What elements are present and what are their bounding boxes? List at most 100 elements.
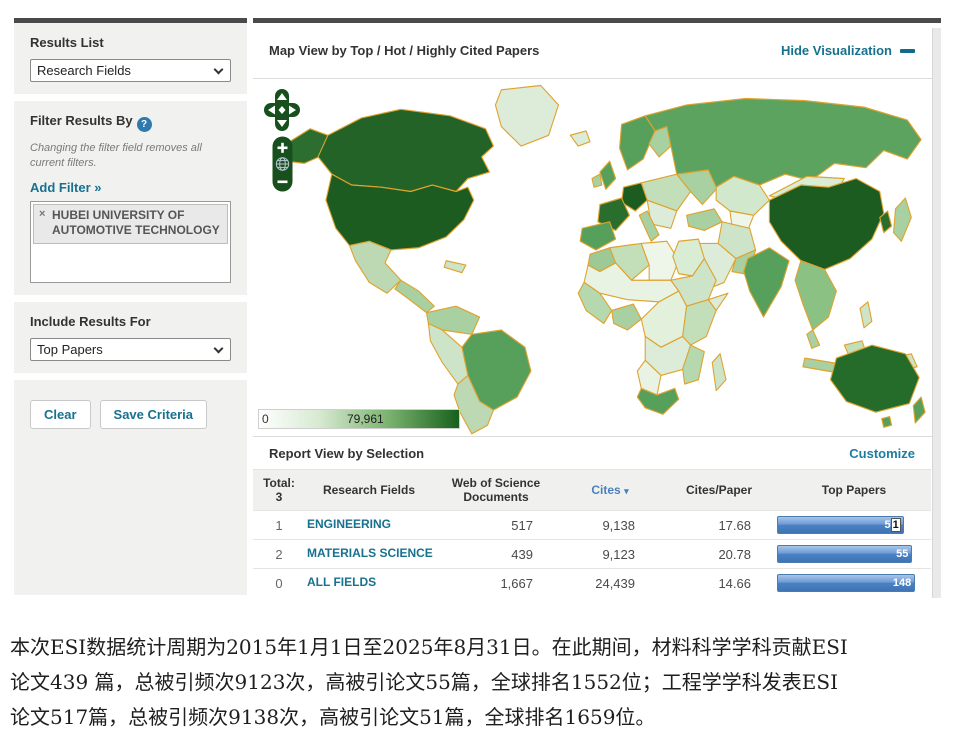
cites-per-paper-value: 14.66 [661, 576, 777, 591]
results-list-select[interactable]: Research Fields [30, 59, 231, 82]
field-link-engineering[interactable]: ENGINEERING [305, 518, 433, 532]
report-view-title: Report View by Selection [269, 446, 424, 461]
map-view-title: Map View by Top / Hot / Highly Cited Pap… [269, 43, 539, 58]
map-controls [264, 89, 300, 192]
add-filter-link[interactable]: Add Filter » [30, 180, 102, 195]
customize-link[interactable]: Customize [849, 446, 915, 461]
top-papers-bar[interactable]: 55 [777, 545, 912, 563]
map-legend: 0 79,961 [258, 409, 460, 429]
filter-note: Changing the filter field removes all cu… [30, 141, 231, 171]
country-shape [882, 417, 892, 428]
country-shape [395, 280, 434, 312]
col-total-label: Total: [255, 476, 303, 490]
remove-filter-icon[interactable]: × [39, 208, 45, 222]
cites-per-paper-value: 17.68 [661, 518, 777, 533]
filter-section: Filter Results By? Changing the filter f… [14, 101, 247, 295]
col-wos-documents: Web of Science Documents [433, 472, 559, 509]
cites-value: 9,138 [559, 518, 661, 533]
top-papers-bar[interactable]: 51 [777, 516, 904, 534]
results-list-label: Results List [30, 35, 231, 50]
country-shape [913, 397, 925, 423]
top-papers-bar[interactable]: 148 [777, 574, 915, 592]
summary-text: 本次ESI数据统计周期为2015年1月1日至2025年8月31日。在此期间，材料… [10, 630, 952, 735]
results-list-selected-value: Research Fields [37, 63, 131, 78]
hide-visualization-button[interactable]: Hide Visualization [781, 43, 915, 58]
country-shape [807, 330, 820, 348]
table-row: 2 MATERIALS SCIENCE 439 9,123 20.78 55 [253, 539, 931, 568]
country-shape [769, 179, 883, 270]
help-icon[interactable]: ? [137, 117, 152, 132]
country-shape [495, 85, 558, 146]
north-america [283, 85, 559, 312]
chevron-down-icon [214, 343, 224, 353]
summary-line: 论文439 篇，总被引频次9123次，高被引论文55篇，全球排名1552位；工程… [10, 665, 952, 700]
main-panel: Map View by Top / Hot / Highly Cited Pap… [253, 18, 941, 598]
include-results-label: Include Results For [30, 314, 231, 329]
cites-per-paper-value: 20.78 [661, 547, 777, 562]
include-results-section: Include Results For Top Papers [14, 302, 247, 373]
legend-min-value: 0 [262, 412, 269, 426]
table-row: 1 ENGINEERING 517 9,138 17.68 51 [253, 510, 931, 539]
country-shape [830, 345, 919, 412]
chevron-down-icon [214, 65, 224, 75]
country-shape [683, 300, 717, 345]
country-shape [580, 222, 615, 250]
row-rank: 2 [253, 547, 305, 562]
summary-line: 论文517篇，总被引频次9138次，高被引论文51篇，全球排名1659位。 [10, 700, 952, 735]
field-link-all-fields[interactable]: ALL FIELDS [305, 576, 433, 590]
include-results-select[interactable]: Top Papers [30, 338, 231, 361]
wos-documents-value: 1,667 [433, 576, 559, 591]
filter-item[interactable]: × HUBEI UNIVERSITY OF AUTOMOTIVE TECHNOL… [33, 204, 228, 244]
include-results-selected-value: Top Papers [37, 342, 103, 357]
country-shape [744, 248, 789, 317]
top-papers-value: 5 [884, 519, 890, 531]
country-shape [894, 198, 912, 241]
save-criteria-button[interactable]: Save Criteria [100, 400, 208, 429]
esi-screenshot: Results List Research Fields Filter Resu… [0, 0, 959, 749]
col-research-fields: Research Fields [305, 479, 433, 501]
country-shape [795, 261, 836, 330]
top-papers-value: 148 [893, 577, 911, 589]
col-total-value: 3 [255, 490, 303, 504]
legend-max-value: 79,961 [347, 412, 384, 426]
clear-button[interactable]: Clear [30, 400, 91, 429]
cites-value: 9,123 [559, 547, 661, 562]
filter-title-text: Filter Results By [30, 113, 133, 128]
map-zoom-control[interactable] [272, 136, 293, 192]
filter-listbox[interactable]: × HUBEI UNIVERSITY OF AUTOMOTIVE TECHNOL… [30, 201, 231, 283]
sort-descending-icon: ▾ [624, 486, 629, 496]
col-cites-per-paper: Cites/Paper [661, 479, 777, 501]
country-shape [318, 109, 493, 191]
filter-item-label: HUBEI UNIVERSITY OF AUTOMOTIVE TECHNOLOG… [52, 208, 220, 237]
results-table: Total: 3 Research Fields Web of Science … [253, 469, 931, 597]
map-header: Map View by Top / Hot / Highly Cited Pap… [253, 23, 941, 79]
col-cites-sort[interactable]: Cites ▾ [559, 479, 661, 501]
summary-line: 本次ESI数据统计周期为2015年1月1日至2025年8月31日。在此期间，材料… [10, 630, 952, 665]
wos-documents-value: 439 [433, 547, 559, 562]
report-header: Report View by Selection Customize [253, 436, 941, 469]
col-cites-label: Cites [591, 483, 620, 497]
col-total: Total: 3 [253, 472, 305, 509]
country-shape [444, 261, 466, 273]
country-shape [612, 304, 642, 330]
map-area: 0 79,961 [253, 79, 941, 436]
map-pan-control[interactable] [264, 89, 300, 131]
africa [578, 239, 728, 414]
table-header-row: Total: 3 Research Fields Web of Science … [253, 469, 931, 510]
field-link-materials-science[interactable]: MATERIALS SCIENCE [305, 547, 433, 561]
zoom-out-icon [277, 181, 287, 184]
cites-value: 24,439 [559, 576, 661, 591]
col-top-papers: Top Papers [777, 479, 931, 501]
filter-title: Filter Results By? [30, 113, 231, 132]
country-shape [860, 302, 872, 328]
country-shape [712, 354, 726, 391]
wos-documents-value: 517 [433, 518, 559, 533]
table-row: 0 ALL FIELDS 1,667 24,439 14.66 148 [253, 568, 931, 597]
results-list-section: Results List Research Fields [14, 23, 247, 94]
row-rank: 1 [253, 518, 305, 533]
sidebar: Results List Research Fields Filter Resu… [14, 18, 247, 595]
world-choropleth-map[interactable] [253, 79, 931, 436]
actions-section: Clear Save Criteria [14, 380, 247, 595]
row-rank: 0 [253, 576, 305, 591]
country-shape [570, 131, 590, 146]
